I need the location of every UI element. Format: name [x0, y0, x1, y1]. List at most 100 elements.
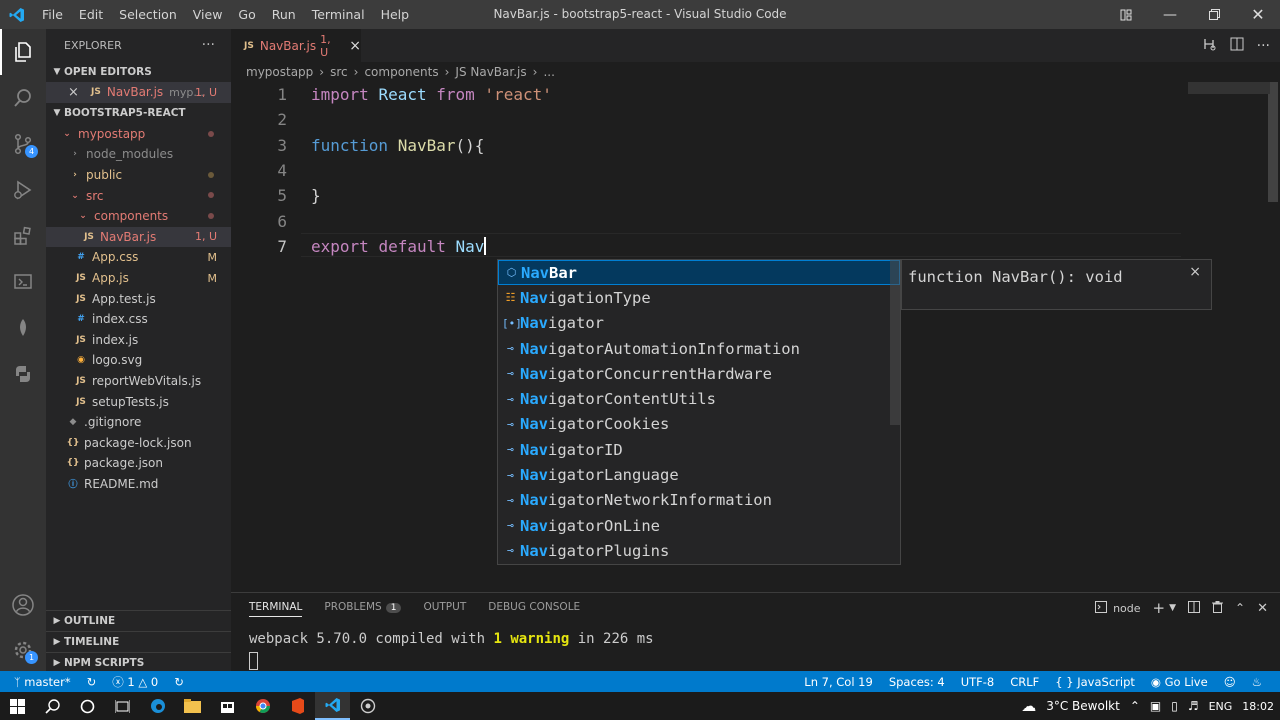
notifications-icon[interactable]: ♨ [1244, 675, 1270, 689]
menu-selection[interactable]: Selection [111, 0, 185, 29]
run-icon[interactable]: ↻ [166, 675, 192, 689]
close-panel-icon[interactable]: ✕ [1257, 601, 1268, 616]
vscode-taskbar-icon[interactable] [315, 692, 350, 720]
remote-explorer-icon[interactable] [0, 259, 46, 305]
clock[interactable]: 18:02 [1242, 700, 1274, 713]
maximize-button[interactable] [1192, 0, 1236, 29]
search-icon[interactable] [35, 692, 70, 720]
tab-output[interactable]: OUTPUT [423, 601, 466, 617]
keyboard-language[interactable]: ENG [1209, 700, 1233, 713]
file-package-lock[interactable]: {} package-lock.json [46, 433, 231, 454]
file-package-json[interactable]: {} package.json [46, 453, 231, 474]
language-mode[interactable]: { } JavaScript [1047, 675, 1143, 689]
tab-close-icon[interactable]: × [349, 38, 361, 54]
edge-icon[interactable] [140, 692, 175, 720]
windows-start-icon[interactable] [0, 692, 35, 720]
menu-view[interactable]: View [185, 0, 231, 29]
source-control-icon[interactable]: 4 [0, 121, 46, 167]
mongodb-icon[interactable] [0, 305, 46, 351]
file-logo-svg[interactable]: ◉ logo.svg [46, 350, 231, 371]
app-icon[interactable] [350, 692, 385, 720]
folder-components[interactable]: ⌄ components [46, 206, 231, 227]
suggest-item[interactable]: ⊸ Nav igatorAutomationInformation [498, 336, 900, 361]
file-navbar-js[interactable]: JS NavBar.js 1, U [46, 226, 231, 248]
suggest-scrollbar[interactable] [890, 260, 900, 425]
volume-icon[interactable]: ♬ [1188, 699, 1199, 713]
close-details-icon[interactable]: × [1189, 264, 1201, 280]
extensions-icon[interactable] [0, 213, 46, 259]
editor-more-icon[interactable]: ··· [1257, 38, 1270, 54]
file-readme[interactable]: ⓘ README.md [46, 474, 231, 495]
menu-terminal[interactable]: Terminal [304, 0, 373, 29]
layout-icon[interactable] [1104, 0, 1148, 29]
suggest-item[interactable]: ⊸ Nav igatorContentUtils [498, 386, 900, 411]
store-icon[interactable] [210, 692, 245, 720]
breadcrumb-item[interactable]: mypostapp [246, 65, 313, 79]
suggest-item[interactable]: ⊸ Nav igatorNetworkInformation [498, 488, 900, 513]
suggest-item[interactable]: ☷ Nav igationType [498, 285, 900, 310]
weather-text[interactable]: 3°C Bewolkt [1046, 699, 1120, 713]
git-branch[interactable]: ᛉ master* [0, 675, 79, 689]
suggest-item[interactable]: ⬡ Nav Bar [498, 260, 900, 286]
suggest-item[interactable]: ⊸ Nav igatorLanguage [498, 462, 900, 487]
tab-navbar-js[interactable]: JS NavBar.js 1, U × [231, 29, 361, 62]
menu-run[interactable]: Run [264, 0, 304, 29]
menu-edit[interactable]: Edit [71, 0, 111, 29]
suggest-item[interactable]: ⊸ Nav igatorCookies [498, 412, 900, 437]
split-editor-icon[interactable] [1229, 36, 1245, 55]
file-app-js[interactable]: JS App.js M [46, 268, 231, 289]
timeline-section[interactable]: ▶ TIMELINE [46, 631, 231, 652]
open-changes-icon[interactable] [1201, 36, 1217, 55]
tray-expand-icon[interactable]: ⌃ [1130, 699, 1140, 713]
tab-terminal[interactable]: TERMINAL [249, 601, 303, 617]
file-explorer-icon[interactable] [175, 692, 210, 720]
file-report-web-vitals[interactable]: JS reportWebVitals.js [46, 371, 231, 392]
kill-terminal-icon[interactable] [1212, 600, 1224, 616]
battery-icon[interactable]: ▯ [1171, 699, 1178, 713]
office-icon[interactable] [280, 692, 315, 720]
tab-debug-console[interactable]: DEBUG CONSOLE [488, 601, 580, 617]
problems-status[interactable]: ⓧ 1 △ 0 [104, 674, 166, 690]
folder-node-modules[interactable]: › node_modules [46, 144, 231, 165]
menu-go[interactable]: Go [230, 0, 263, 29]
file-gitignore[interactable]: ◆ .gitignore [46, 412, 231, 433]
network-icon[interactable]: ▣ [1150, 699, 1161, 713]
breadcrumb-item[interactable]: ... [543, 65, 554, 79]
npm-scripts-section[interactable]: ▶ NPM SCRIPTS [46, 652, 231, 673]
suggest-item[interactable]: ⊸ Nav igatorID [498, 437, 900, 462]
run-debug-icon[interactable] [0, 167, 46, 213]
new-terminal-icon[interactable]: + [1153, 599, 1166, 617]
file-index-css[interactable]: # index.css [46, 309, 231, 330]
indentation[interactable]: Spaces: 4 [881, 675, 953, 689]
folder-public[interactable]: › public [46, 165, 231, 186]
terminal-shell-select[interactable]: node [1113, 602, 1140, 615]
more-actions-icon[interactable]: ··· [202, 37, 215, 53]
chrome-icon[interactable] [245, 692, 280, 720]
file-setup-tests[interactable]: JS setupTests.js [46, 391, 231, 412]
python-icon[interactable] [0, 351, 46, 397]
task-view-icon[interactable] [105, 692, 140, 720]
accounts-icon[interactable] [0, 582, 46, 628]
file-index-js[interactable]: JS index.js [46, 330, 231, 351]
editor-scrollbar[interactable] [1268, 82, 1278, 202]
open-editors-section[interactable]: ▼ OPEN EDITORS [46, 61, 231, 82]
file-app-css[interactable]: # App.css M [46, 247, 231, 268]
close-window-button[interactable]: ✕ [1236, 0, 1280, 29]
encoding[interactable]: UTF-8 [953, 675, 1003, 689]
folder-src[interactable]: ⌄ src [46, 185, 231, 206]
minimap-slider[interactable] [1188, 82, 1270, 94]
minimize-button[interactable]: — [1148, 0, 1192, 29]
go-live-button[interactable]: ◉ Go Live [1143, 675, 1216, 689]
project-section[interactable]: ▼ BOOTSTRAP5-REACT [46, 103, 231, 124]
search-icon[interactable] [0, 75, 46, 121]
suggest-item[interactable]: [•] Nav igator [498, 311, 900, 336]
breadcrumb-item[interactable]: components [364, 65, 438, 79]
open-editor-item[interactable]: × JS NavBar.js myp... 1, U [46, 82, 231, 103]
folder-mypostapp[interactable]: ⌄ mypostapp [46, 124, 231, 145]
manage-gear-icon[interactable]: 1 [0, 627, 46, 673]
sync-icon[interactable]: ↻ [79, 675, 105, 689]
menu-help[interactable]: Help [373, 0, 418, 29]
split-terminal-icon[interactable] [1188, 600, 1201, 616]
menu-file[interactable]: File [34, 0, 71, 29]
breadcrumb-item[interactable]: src [330, 65, 348, 79]
